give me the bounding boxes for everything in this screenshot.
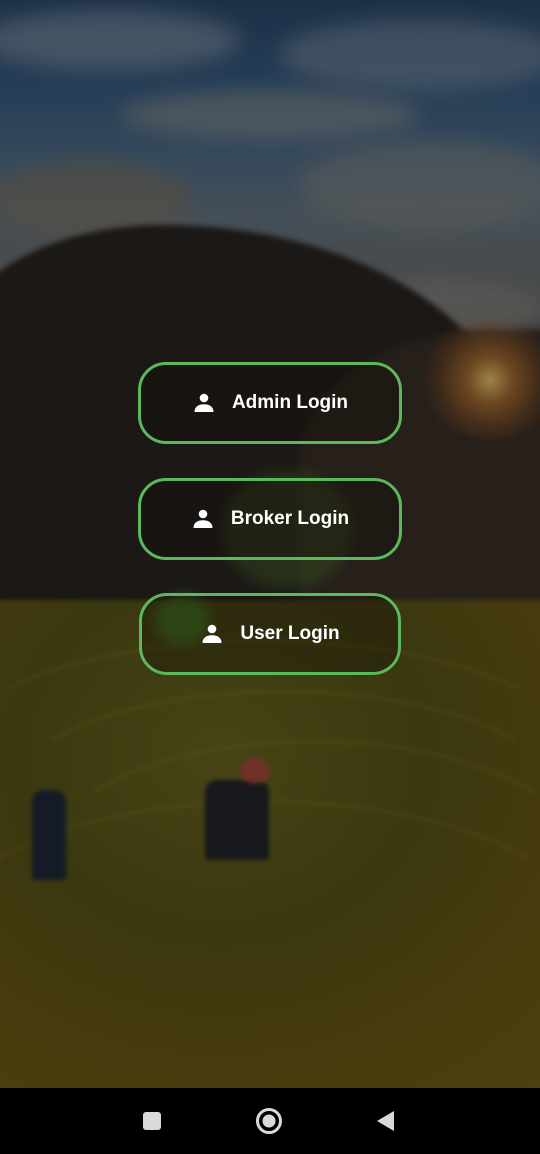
back-button[interactable] — [367, 1102, 405, 1140]
circle-icon — [256, 1108, 282, 1134]
recents-button[interactable] — [133, 1102, 171, 1140]
navigation-bar — [0, 1088, 540, 1154]
person-icon — [191, 507, 215, 531]
user-login-label: User Login — [240, 623, 340, 644]
broker-login-label: Broker Login — [230, 508, 350, 529]
broker-login-button[interactable]: Broker Login — [138, 478, 402, 560]
admin-login-button[interactable]: Admin Login — [138, 362, 402, 444]
admin-login-label: Admin Login — [231, 392, 349, 413]
square-icon — [143, 1112, 161, 1130]
triangle-back-icon — [377, 1111, 394, 1131]
person-icon — [192, 391, 216, 415]
person-icon — [200, 622, 224, 646]
screen: Admin Login Broker Login User Login — [0, 0, 540, 1154]
home-button[interactable] — [250, 1102, 288, 1140]
user-login-button[interactable]: User Login — [139, 593, 401, 675]
